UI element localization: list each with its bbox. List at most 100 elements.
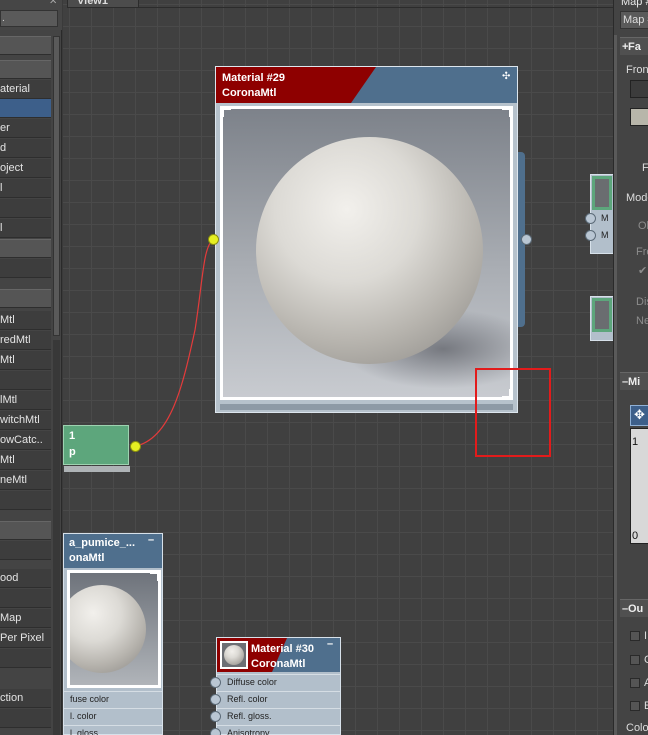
minimize-icon[interactable]: – bbox=[148, 534, 154, 546]
map-thumbnail bbox=[592, 176, 612, 210]
browser-item[interactable] bbox=[0, 36, 51, 55]
browser-item[interactable] bbox=[0, 371, 51, 390]
tab-divider bbox=[139, 7, 613, 8]
browser-item[interactable] bbox=[0, 541, 51, 560]
browser-item[interactable] bbox=[0, 199, 51, 218]
node-header[interactable]: a_pumice_... onaMtl – bbox=[64, 534, 162, 568]
material-node-30[interactable]: Material #30 CoronaMtl – Diffuse color R… bbox=[216, 637, 341, 735]
browser-item[interactable]: Mtl bbox=[0, 351, 51, 370]
output-checkbox[interactable] bbox=[630, 678, 640, 688]
node-header[interactable]: Material #30 CoronaMtl – bbox=[217, 638, 340, 672]
selection-highlight-box bbox=[475, 368, 551, 457]
input-socket[interactable] bbox=[210, 694, 221, 705]
rollout-falloff[interactable]: + Fa bbox=[620, 37, 648, 55]
browser-search-input[interactable]: . bbox=[0, 10, 58, 27]
material-preview bbox=[220, 106, 513, 400]
browser-item[interactable]: d bbox=[0, 139, 51, 158]
node-view[interactable]: View1 Material #29 CoronaMtl ✣ 1 p a_pum… bbox=[63, 0, 613, 735]
panel-scrollbar[interactable] bbox=[614, 35, 617, 735]
browser-item[interactable]: redMtl bbox=[0, 331, 51, 350]
browser-item[interactable]: l bbox=[0, 219, 51, 238]
browser-item[interactable] bbox=[0, 649, 51, 668]
input-socket[interactable] bbox=[585, 230, 596, 241]
browser-item[interactable] bbox=[0, 521, 51, 540]
slot-refl-gloss[interactable]: Refl. gloss. bbox=[217, 708, 340, 724]
color-swatch-side[interactable] bbox=[630, 108, 648, 126]
browser-scroll-track bbox=[53, 340, 60, 735]
slot-refl-color[interactable]: Refl. color bbox=[217, 691, 340, 707]
browser-item[interactable] bbox=[0, 239, 51, 258]
browser-item[interactable] bbox=[0, 60, 51, 79]
browser-item[interactable] bbox=[0, 259, 51, 278]
browser-item[interactable]: lMtl bbox=[0, 391, 51, 410]
rollout-label: Ou bbox=[628, 603, 644, 615]
tab-view1[interactable]: View1 bbox=[67, 0, 139, 8]
output-checkbox[interactable] bbox=[630, 655, 640, 665]
rollout-mix-curve[interactable]: – Mi bbox=[620, 372, 648, 390]
output-checkbox[interactable] bbox=[630, 701, 640, 711]
node-type: p bbox=[69, 446, 76, 458]
output-check-label: I bbox=[644, 630, 648, 642]
near-label: Ne bbox=[636, 315, 648, 327]
map-node-partial[interactable] bbox=[590, 296, 613, 341]
browser-item[interactable]: l bbox=[0, 179, 51, 198]
material-node-29[interactable]: Material #29 CoronaMtl ✣ bbox=[215, 66, 518, 413]
input-socket[interactable] bbox=[210, 711, 221, 722]
browser-item[interactable]: Per Pixel bbox=[0, 629, 51, 648]
material-map-browser: . ✕ aterial er d oject l l Mtl redMtl Mtl lMtl wit… bbox=[0, 0, 62, 735]
output-socket[interactable] bbox=[521, 234, 532, 245]
browser-item[interactable]: Mtl bbox=[0, 451, 51, 470]
fresnel-label: Fre bbox=[636, 246, 648, 258]
output-socket[interactable] bbox=[130, 441, 141, 452]
browser-item[interactable] bbox=[0, 99, 51, 118]
node-type: onaMtl bbox=[69, 552, 105, 564]
browser-item[interactable]: witchMtl bbox=[0, 411, 51, 430]
color-swatch-front[interactable] bbox=[630, 80, 648, 98]
browser-item[interactable] bbox=[0, 289, 51, 308]
browser-item[interactable] bbox=[0, 589, 51, 608]
browser-item[interactable] bbox=[0, 491, 51, 510]
color-label: Colo bbox=[626, 722, 648, 734]
slot-diffuse-color[interactable]: fuse color bbox=[64, 691, 162, 707]
browser-item[interactable]: neMtl bbox=[0, 471, 51, 490]
map-name-field[interactable]: Map # bbox=[620, 11, 648, 29]
distance-label: Dis bbox=[636, 296, 648, 308]
preview-render-image bbox=[223, 109, 510, 397]
obj-label: Ol bbox=[638, 220, 648, 232]
minimize-icon[interactable]: – bbox=[327, 638, 333, 650]
material-preview bbox=[67, 570, 161, 688]
input-socket[interactable] bbox=[210, 728, 221, 735]
browser-item[interactable] bbox=[0, 709, 51, 728]
move-icon[interactable]: ✥ bbox=[630, 405, 648, 426]
rollout-output[interactable]: – Ou bbox=[620, 599, 648, 617]
input-socket[interactable] bbox=[210, 677, 221, 688]
pin-icon[interactable]: ✣ bbox=[502, 71, 510, 82]
slot-refl-color[interactable]: l. color bbox=[64, 708, 162, 724]
browser-item[interactable]: Map bbox=[0, 609, 51, 628]
input-socket[interactable] bbox=[585, 213, 596, 224]
browser-item[interactable]: oject bbox=[0, 159, 51, 178]
slot-refl-gloss[interactable]: l. gloss. bbox=[64, 725, 162, 735]
mode-label: Mode bbox=[626, 192, 648, 204]
node-type: CoronaMtl bbox=[251, 658, 306, 670]
browser-item[interactable]: aterial bbox=[0, 80, 51, 99]
browser-item[interactable]: er bbox=[0, 119, 51, 138]
browser-item[interactable]: ction bbox=[0, 689, 51, 708]
browser-item[interactable]: owCatc.. bbox=[0, 431, 51, 450]
f-label: F bbox=[642, 162, 648, 174]
output-checkbox[interactable] bbox=[630, 631, 640, 641]
close-icon[interactable]: ✕ bbox=[49, 0, 57, 7]
map-node[interactable]: 1 p bbox=[63, 425, 130, 472]
check-icon: ✔ bbox=[638, 265, 648, 277]
browser-scrollbar[interactable] bbox=[53, 36, 60, 336]
node-header[interactable]: Material #29 CoronaMtl ✣ bbox=[216, 67, 517, 103]
browser-item[interactable]: ood bbox=[0, 569, 51, 588]
slot-diffuse-color[interactable]: Diffuse color bbox=[217, 674, 340, 690]
input-socket[interactable] bbox=[208, 234, 219, 245]
material-node-pumice[interactable]: a_pumice_... onaMtl – fuse color l. colo… bbox=[63, 533, 163, 735]
slot-anisotropy[interactable]: Anisotropy bbox=[217, 725, 340, 735]
rollout-label: Mi bbox=[628, 376, 641, 388]
curve-top-value: 1 bbox=[632, 436, 639, 448]
browser-item[interactable]: Mtl bbox=[0, 311, 51, 330]
node-title: Material #30 bbox=[251, 643, 314, 655]
